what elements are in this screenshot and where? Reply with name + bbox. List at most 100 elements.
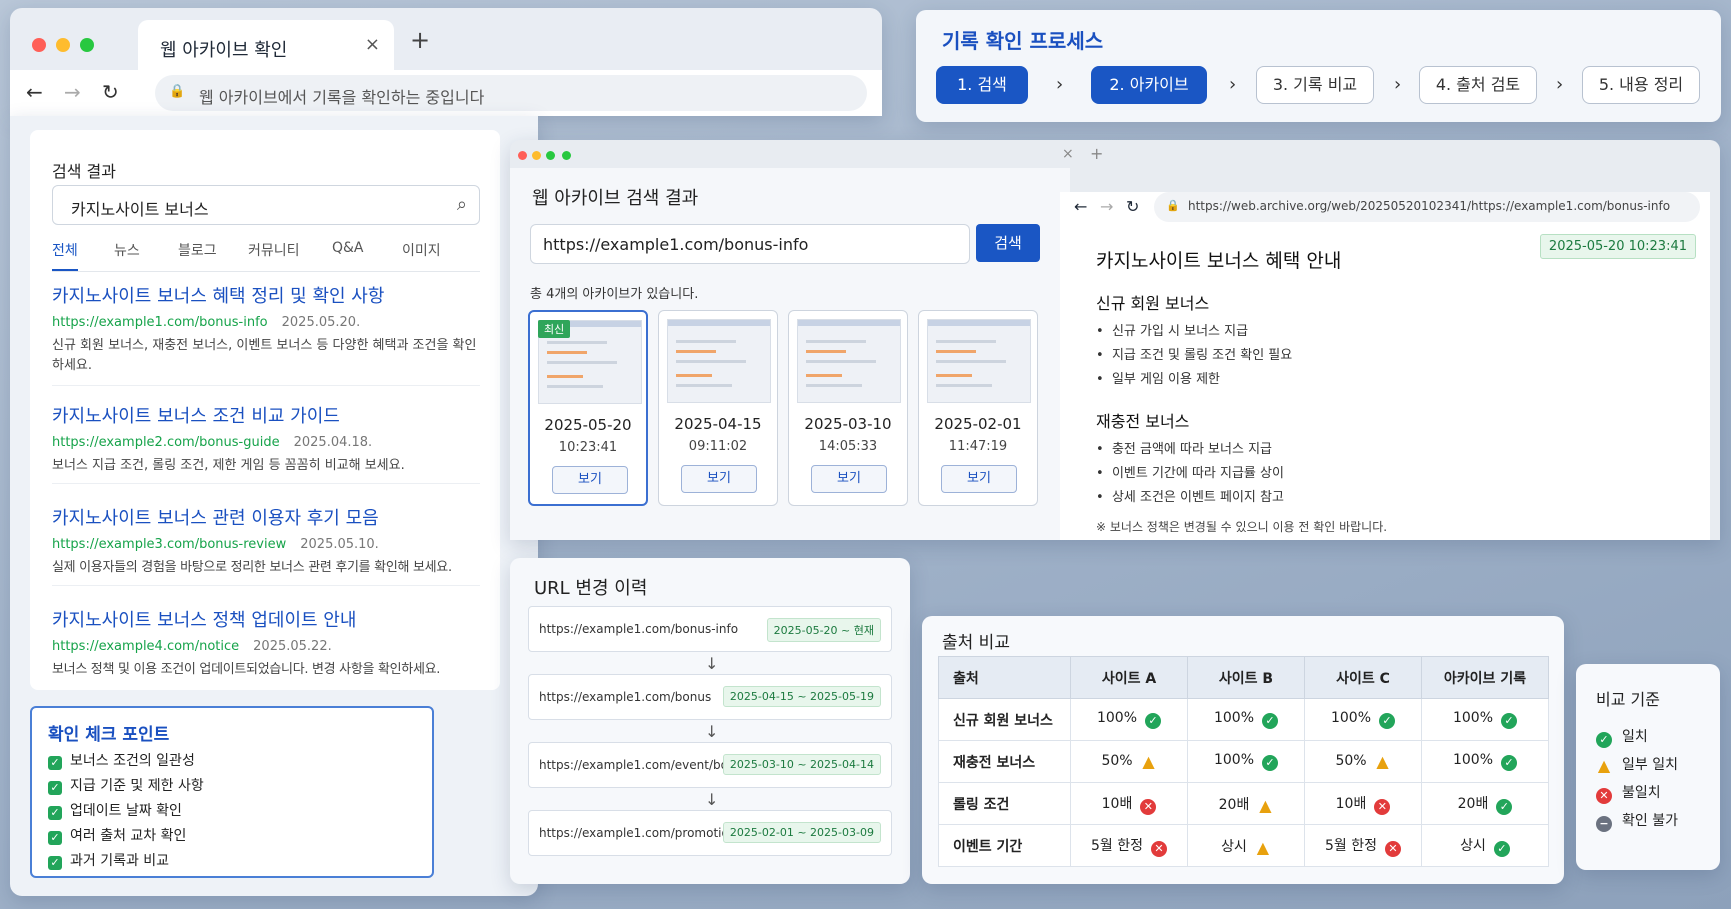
new-tab-icon[interactable]: + [1090,144,1103,163]
result-title-link[interactable]: 카지노사이트 보너스 혜택 정리 및 확인 사항 [52,282,480,308]
close-tab-icon[interactable]: × [365,34,380,55]
status-warn-icon: ▲ [1256,837,1270,857]
address-bar[interactable]: 🔒 웹 아카이브에서 기록을 확인하는 중입니다 [155,75,867,111]
cell-value: 100% [1096,710,1138,726]
search-result: 카지노사이트 보너스 관련 이용자 후기 모음 https://example3… [52,504,480,586]
archive-title: 웹 아카이브 검색 결과 [532,188,699,209]
status-ok-icon: ✓ [1262,713,1279,729]
table-row: 이벤트 기간 5월 한정 ✕ 상시 ▲ 5월 한정 ✕ 상시 ✓ [938,824,1549,867]
snapshot-date: 2025-04-15 [674,415,762,433]
search-icon[interactable]: ⌕ [457,194,467,215]
result-tabs: 전체 뉴스 블로그 커뮤니티 Q&A 이미지 [52,240,480,272]
url-history-row[interactable]: https://example1.com/promotion/bonus 202… [528,810,892,856]
back-icon[interactable]: ← [1074,197,1087,216]
check-item[interactable]: ✓ 지급 기준 및 제한 사항 [48,775,204,795]
table-cell: 50% ▲ [1304,740,1422,783]
result-url[interactable]: https://example2.com/bonus-guide [52,435,280,450]
result-url[interactable]: https://example1.com/bonus-info [52,315,268,330]
result-url[interactable]: https://example3.com/bonus-review [52,537,286,552]
step-summary[interactable]: 5. 내용 정리 [1582,66,1700,104]
checkbox-checked-icon[interactable]: ✓ [48,806,62,820]
archive-search-button[interactable]: 검색 [976,224,1040,262]
result-url[interactable]: https://example4.com/notice [52,639,239,654]
checkbox-checked-icon[interactable]: ✓ [48,831,62,845]
archive-address-bar[interactable]: 🔒 https://web.archive.org/web/2025052010… [1154,192,1700,222]
close-window-dot[interactable] [518,151,527,160]
close-window-dot[interactable] [32,38,46,52]
url-history-row[interactable]: https://example1.com/bonus 2025-04-15 ~ … [528,674,892,720]
address-text: 웹 아카이브에서 기록을 확인하는 중입니다 [199,88,485,107]
result-title-link[interactable]: 카지노사이트 보너스 관련 이용자 후기 모음 [52,504,480,530]
table-cell: 100% ✓ [1070,698,1188,741]
check-item[interactable]: ✓ 업데이트 날짜 확인 [48,800,182,820]
back-icon[interactable]: ← [26,80,43,104]
checkpoint-title: 확인 체크 포인트 [48,725,170,745]
status-warn-icon: ▲ [1376,752,1389,771]
table-row: 신규 회원 보너스 100% ✓ 100% ✓ 100% ✓ 100% ✓ [938,698,1549,741]
checkbox-checked-icon[interactable]: ✓ [48,756,62,770]
history-date-range: 2025-03-10 ~ 2025-04-14 [722,754,881,775]
tab-qna[interactable]: Q&A [332,240,364,256]
forward-icon[interactable]: → [1100,197,1113,216]
cell-value: 20배 [1457,795,1489,812]
forward-icon[interactable]: → [64,80,81,104]
status-warn-icon: ▲ [1597,756,1611,775]
status-bad-icon: ✕ [1151,840,1167,857]
tab-community[interactable]: 커뮤니티 [248,240,300,260]
url-history-title: URL 변경 이력 [534,578,648,599]
archive-browser-window: × + 웹 아카이브 검색 결과 https://example1.com/bo… [510,140,1720,540]
search-input[interactable]: 카지노사이트 보너스 ⌕ [52,185,480,225]
new-tab-icon[interactable]: + [410,26,430,54]
url-history-row[interactable]: https://example1.com/event/bonus 2025-03… [528,742,892,788]
arrow-down-icon: ↓ [705,654,719,673]
view-snapshot-button[interactable]: 보기 [552,466,628,494]
row-label: 롤링 조건 [938,782,1071,825]
source-compare-table: 출처 사이트 A 사이트 B 사이트 C 아카이브 기록 신규 회원 보너스 10… [938,656,1549,867]
check-item[interactable]: ✓ 보너스 조건의 일관성 [48,750,195,770]
view-snapshot-button[interactable]: 보기 [941,465,1017,493]
step-compare[interactable]: 3. 기록 비교 [1256,66,1374,104]
step-archive[interactable]: 2. 아카이브 [1091,66,1207,104]
step-search[interactable]: 1. 검색 [936,66,1028,104]
snapshot-timestamp: 2025-05-20 10:23:41 [1539,234,1696,259]
cell-value: 상시 [1460,837,1486,854]
maximize-window-dot[interactable] [546,151,555,160]
table-cell: 100% ✓ [1421,698,1549,741]
browser-tab[interactable]: 웹 아카이브 확인 × [138,20,394,70]
close-tab-icon[interactable]: × [1062,146,1074,162]
search-result: 카지노사이트 보너스 조건 비교 가이드 https://example2.co… [52,402,480,484]
check-item[interactable]: ✓ 여러 출처 교차 확인 [48,825,186,845]
minimize-window-dot[interactable] [532,151,541,160]
archive-url-value: https://example1.com/bonus-info [543,235,809,254]
snapshot-card[interactable]: 2025-04-15 09:11:02 보기 [658,310,778,506]
reload-icon[interactable]: ↻ [1126,197,1139,216]
tab-all[interactable]: 전체 [52,240,78,271]
cell-value: 20배 [1218,796,1250,813]
step-source-review[interactable]: 4. 출처 검토 [1419,66,1537,104]
maximize-window-dot[interactable] [80,38,94,52]
archive-url-input[interactable]: https://example1.com/bonus-info [530,224,970,264]
tab-blog[interactable]: 블로그 [178,240,217,260]
fullscreen-window-dot[interactable] [562,151,571,160]
view-snapshot-button[interactable]: 보기 [811,465,887,493]
archive-address-text: https://web.archive.org/web/202505201023… [1188,199,1671,213]
result-title-link[interactable]: 카지노사이트 보너스 조건 비교 가이드 [52,402,480,428]
minimize-window-dot[interactable] [56,38,70,52]
arrow-down-icon: ↓ [705,722,719,741]
checkbox-checked-icon[interactable]: ✓ [48,856,62,870]
bullet-item: • 신규 가입 시 보너스 지급 [1096,324,1249,339]
view-snapshot-button[interactable]: 보기 [681,465,757,493]
result-title-link[interactable]: 카지노사이트 보너스 정책 업데이트 안내 [52,606,480,632]
url-history-row[interactable]: https://example1.com/bonus-info 2025-05-… [528,606,892,652]
reload-icon[interactable]: ↻ [102,80,119,104]
result-description: 보너스 정책 및 이용 조건이 업데이트되었습니다. 변경 사항을 확인하세요. [52,662,441,677]
snapshot-card[interactable]: 최신 2025-05-20 10:23:41 보기 [528,310,648,506]
checkbox-checked-icon[interactable]: ✓ [48,781,62,795]
check-item[interactable]: ✓ 과거 기록과 비교 [48,850,169,870]
snapshot-card[interactable]: 2025-03-10 14:05:33 보기 [788,310,908,506]
status-na-icon: − [1596,816,1612,832]
tab-images[interactable]: 이미지 [402,240,441,260]
snapshot-card[interactable]: 2025-02-01 11:47:19 보기 [918,310,1038,506]
status-ok-icon: ✓ [1501,755,1518,771]
tab-news[interactable]: 뉴스 [114,240,140,260]
